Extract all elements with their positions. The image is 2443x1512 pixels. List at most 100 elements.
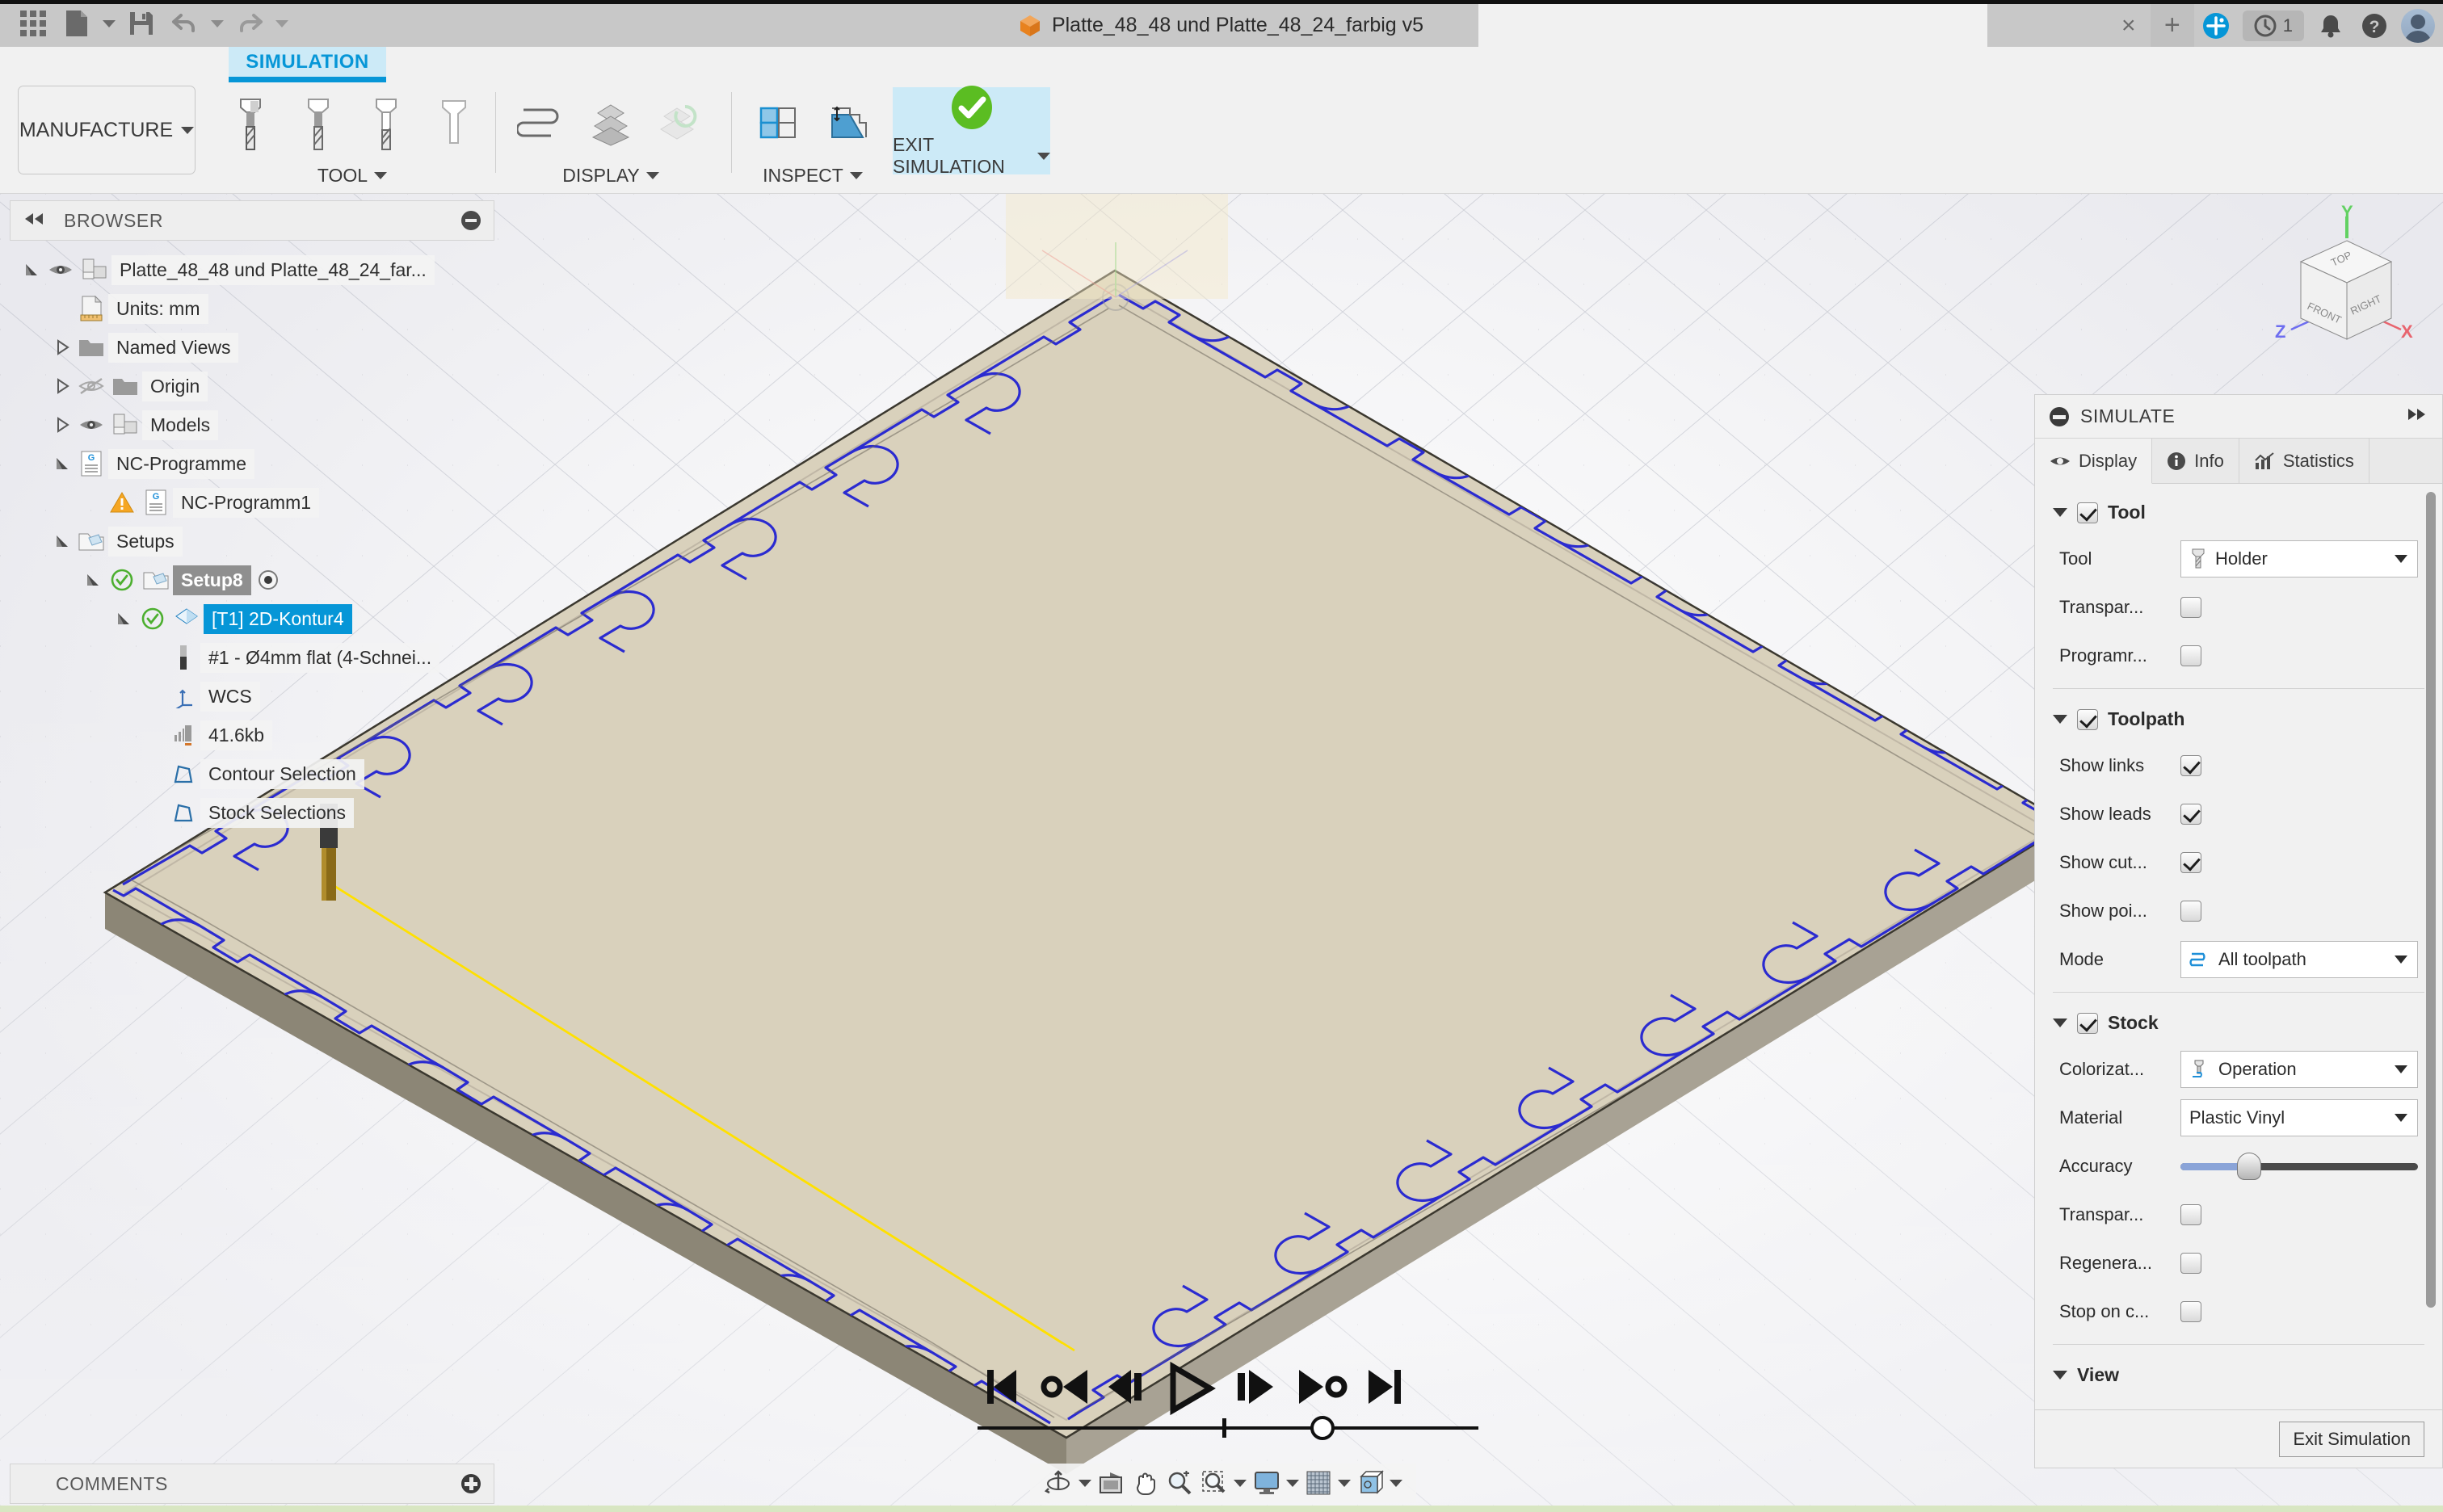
- tree-item-wcs[interactable]: WCS: [10, 677, 511, 716]
- tool-probe-icon[interactable]: [420, 87, 488, 162]
- stock-transparency-checkbox[interactable]: [2180, 1204, 2201, 1225]
- tree-item-contour-selection[interactable]: Contour Selection: [10, 754, 511, 793]
- group-inspect-label[interactable]: INSPECT: [763, 165, 863, 187]
- display-settings-icon[interactable]: [1249, 1465, 1284, 1501]
- stock-display-icon[interactable]: [577, 87, 645, 162]
- tool-programmer-checkbox[interactable]: [2180, 645, 2201, 666]
- simulate-panel-header[interactable]: SIMULATE: [2035, 395, 2442, 439]
- undo-caret-icon[interactable]: [207, 4, 228, 43]
- timeline-knob[interactable]: [1310, 1416, 1335, 1440]
- tree-item-origin[interactable]: Origin: [10, 367, 511, 405]
- tree-item-setups[interactable]: Setups: [10, 522, 511, 561]
- section-stock-header[interactable]: Stock: [2035, 1001, 2442, 1045]
- status-check-icon[interactable]: [136, 602, 170, 636]
- exit-simulation-footer-button[interactable]: Exit Simulation: [2279, 1421, 2424, 1457]
- plus-circle-icon[interactable]: [461, 1474, 481, 1493]
- setup-activate-radio[interactable]: [251, 563, 285, 597]
- tree-item-setup8[interactable]: Setup8: [10, 561, 511, 599]
- user-avatar[interactable]: [2401, 8, 2435, 43]
- simulate-panel-tabs[interactable]: Display Info Statistics: [2035, 439, 2442, 484]
- twisty-closed-icon[interactable]: [50, 377, 74, 395]
- tab-simulation[interactable]: SIMULATION: [229, 47, 386, 82]
- twisty-open-icon[interactable]: [19, 261, 44, 279]
- tab-display[interactable]: Display: [2035, 439, 2153, 484]
- redo-icon[interactable]: [228, 4, 271, 43]
- tree-item-units-mm[interactable]: Units: mm: [10, 289, 511, 328]
- tool-library-icon[interactable]: [217, 87, 284, 162]
- new-tab-button[interactable]: +: [2150, 4, 2194, 47]
- section-toolpath-header[interactable]: Toolpath: [2035, 697, 2442, 741]
- material-dropdown[interactable]: Plastic Vinyl: [2180, 1099, 2418, 1136]
- section-tool-header[interactable]: Tool: [2035, 490, 2442, 535]
- show-cuts-checkbox[interactable]: [2180, 852, 2201, 873]
- group-tool-label[interactable]: TOOL: [317, 165, 388, 187]
- pan-icon[interactable]: [1128, 1465, 1163, 1501]
- accuracy-slider[interactable]: [2180, 1153, 2418, 1180]
- tree-item-models[interactable]: Models: [10, 405, 511, 444]
- help-icon[interactable]: ?: [2353, 4, 2396, 47]
- stop-on-collision-checkbox[interactable]: [2180, 1301, 2201, 1322]
- skip-to-end-button[interactable]: [1369, 1370, 1401, 1404]
- twisty-closed-icon[interactable]: [50, 416, 74, 434]
- step-forward-operation-button[interactable]: [1299, 1370, 1348, 1404]
- viewports-caret-icon[interactable]: [1388, 1465, 1405, 1501]
- section-toolpath-checkbox[interactable]: [2077, 708, 2098, 730]
- visibility-eye-icon[interactable]: [74, 408, 108, 442]
- new-tool-icon[interactable]: [284, 87, 352, 162]
- workspace-switcher[interactable]: MANUFACTURE: [18, 86, 196, 174]
- notifications-bell-icon[interactable]: [2309, 4, 2353, 47]
- zoom-window-icon[interactable]: [1197, 1465, 1232, 1501]
- section-tool-checkbox[interactable]: [2077, 502, 2098, 523]
- viewports-icon[interactable]: [1353, 1465, 1388, 1501]
- tool-transparency-checkbox[interactable]: [2180, 597, 2201, 618]
- orbit-caret-icon[interactable]: [1076, 1465, 1093, 1501]
- tool-mode-dropdown[interactable]: Holder: [2180, 540, 2418, 578]
- orbit-icon[interactable]: [1041, 1465, 1076, 1501]
- grid-snap-icon[interactable]: [1301, 1465, 1335, 1501]
- measure-section-icon[interactable]: [813, 87, 881, 162]
- view-cube[interactable]: Y X Z TOP FRONT RIGHT: [2262, 202, 2432, 363]
- display-settings-caret-icon[interactable]: [1284, 1465, 1301, 1501]
- status-check-icon[interactable]: [105, 563, 139, 597]
- tree-item-41-6kb[interactable]: 41.6kb: [10, 716, 511, 754]
- view-navigation-bar[interactable]: [1030, 1464, 1416, 1502]
- grid-snap-caret-icon[interactable]: [1335, 1465, 1352, 1501]
- playback-controls[interactable]: [978, 1349, 1446, 1438]
- timeline-track[interactable]: [978, 1426, 1478, 1430]
- minus-circle-icon[interactable]: [2050, 406, 2069, 426]
- jobs-status-badge[interactable]: 1: [2242, 10, 2304, 41]
- compare-icon[interactable]: [745, 87, 813, 162]
- tree-item-t1-2d-kontur4[interactable]: [T1] 2D-Kontur4: [10, 599, 511, 638]
- undo-icon[interactable]: [163, 4, 207, 43]
- zoom-icon[interactable]: [1163, 1465, 1197, 1501]
- comments-panel-header[interactable]: COMMENTS: [10, 1464, 494, 1504]
- twisty-open-icon[interactable]: [50, 532, 74, 550]
- new-file-caret-icon[interactable]: [99, 4, 120, 43]
- app-grid-icon[interactable]: [11, 4, 55, 43]
- section-view-header[interactable]: View: [2035, 1353, 2442, 1397]
- zoom-window-caret-icon[interactable]: [1232, 1465, 1249, 1501]
- play-button[interactable]: [1170, 1361, 1216, 1416]
- twisty-open-icon[interactable]: [111, 610, 136, 628]
- redo-caret-icon[interactable]: [271, 4, 292, 43]
- browser-panel-header[interactable]: BROWSER: [10, 200, 494, 241]
- step-forward-button[interactable]: [1238, 1370, 1273, 1404]
- tree-item-stock-selections[interactable]: Stock Selections: [10, 793, 511, 832]
- visibility-eye-icon[interactable]: [44, 253, 78, 287]
- document-tab[interactable]: [1478, 4, 1987, 47]
- colorization-dropdown[interactable]: Operation: [2180, 1051, 2418, 1088]
- twisty-open-icon[interactable]: [50, 455, 74, 472]
- regenerate-checkbox[interactable]: [2180, 1253, 2201, 1274]
- show-points-checkbox[interactable]: [2180, 901, 2201, 922]
- tab-statistics[interactable]: Statistics: [2239, 439, 2369, 483]
- tab-info[interactable]: Info: [2152, 439, 2239, 483]
- group-display-label[interactable]: DISPLAY: [562, 165, 659, 187]
- section-stock-checkbox[interactable]: [2077, 1012, 2098, 1034]
- step-back-operation-button[interactable]: [1041, 1370, 1087, 1404]
- double-chevron-right-icon[interactable]: [2405, 407, 2428, 426]
- show-links-checkbox[interactable]: [2180, 755, 2201, 776]
- twisty-closed-icon[interactable]: [50, 338, 74, 356]
- exit-simulation-button[interactable]: EXIT SIMULATION: [893, 86, 1050, 177]
- minus-circle-icon[interactable]: [461, 211, 481, 230]
- status-warning-icon[interactable]: [105, 485, 139, 519]
